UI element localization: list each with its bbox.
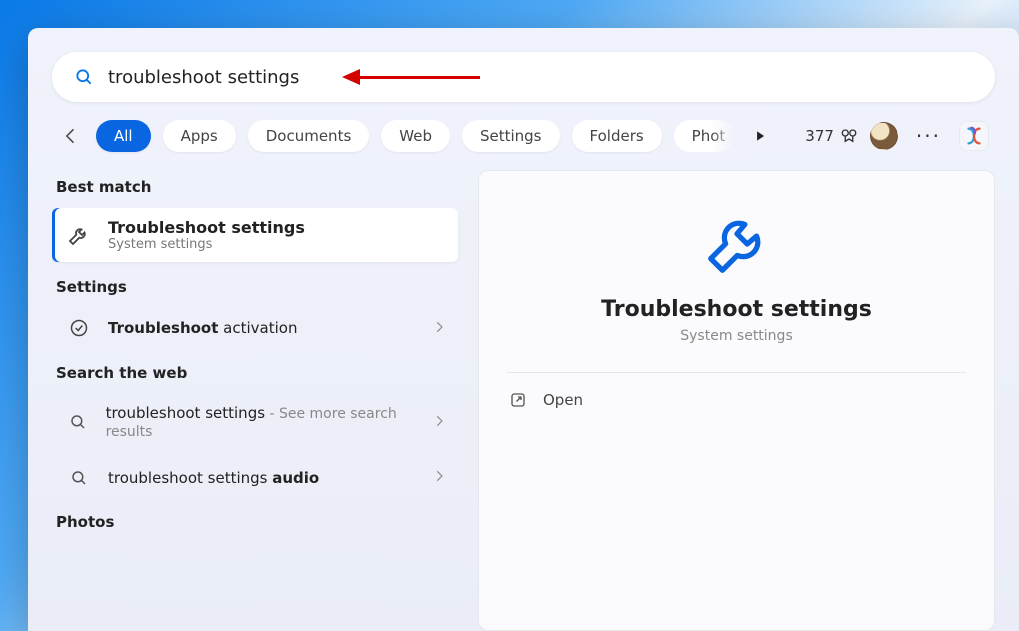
open-label: Open bbox=[543, 391, 583, 409]
filter-tab-row: All Apps Documents Web Settings Folders … bbox=[52, 120, 995, 152]
tab-web[interactable]: Web bbox=[381, 120, 450, 152]
search-icon bbox=[74, 67, 94, 87]
search-input[interactable] bbox=[108, 67, 973, 88]
result-web-2[interactable]: troubleshoot settings audio bbox=[52, 458, 458, 497]
back-button[interactable] bbox=[58, 123, 84, 149]
search-bar[interactable] bbox=[52, 52, 995, 102]
copilot-icon bbox=[963, 125, 985, 147]
results-area: Best match Troubleshoot settings System … bbox=[52, 170, 995, 631]
tab-apps[interactable]: Apps bbox=[163, 120, 236, 152]
search-icon bbox=[66, 469, 92, 487]
search-icon bbox=[66, 413, 90, 431]
rewards-icon bbox=[840, 127, 858, 145]
result-best-match[interactable]: Troubleshoot settings System settings bbox=[52, 208, 458, 262]
rewards-points[interactable]: 377 bbox=[805, 127, 858, 145]
preview-panel: Troubleshoot settings System settings Op… bbox=[478, 170, 995, 631]
wrench-icon bbox=[66, 223, 92, 247]
tab-documents[interactable]: Documents bbox=[248, 120, 370, 152]
chevron-right-icon bbox=[432, 468, 446, 487]
chevron-right-icon bbox=[432, 319, 446, 338]
open-icon bbox=[509, 391, 527, 409]
tab-settings[interactable]: Settings bbox=[462, 120, 560, 152]
result-label: troubleshoot settings audio bbox=[108, 469, 319, 487]
preview-subtitle: System settings bbox=[680, 328, 793, 344]
wrench-icon bbox=[702, 209, 772, 279]
tab-folders[interactable]: Folders bbox=[572, 120, 662, 152]
search-window: All Apps Documents Web Settings Folders … bbox=[28, 28, 1019, 631]
tabs-scroll-right[interactable] bbox=[747, 123, 773, 149]
more-options[interactable]: ··· bbox=[910, 124, 947, 148]
result-troubleshoot-activation[interactable]: Troubleshoot activation bbox=[52, 308, 458, 348]
points-value: 377 bbox=[805, 127, 834, 145]
best-match-header: Best match bbox=[52, 170, 458, 200]
chevron-right-icon bbox=[432, 413, 446, 432]
result-label: troubleshoot settings - See more search … bbox=[106, 404, 416, 440]
check-circle-icon bbox=[66, 318, 92, 338]
result-web-1[interactable]: troubleshoot settings - See more search … bbox=[52, 394, 458, 450]
copilot-button[interactable] bbox=[959, 121, 989, 151]
tab-all[interactable]: All bbox=[96, 120, 151, 152]
settings-header: Settings bbox=[52, 270, 458, 300]
user-avatar[interactable] bbox=[870, 122, 898, 150]
result-label: Troubleshoot activation bbox=[108, 319, 297, 337]
tab-photos[interactable]: Phot bbox=[674, 120, 736, 152]
result-subtitle: System settings bbox=[108, 237, 305, 252]
photos-header: Photos bbox=[52, 505, 458, 535]
results-list: Best match Troubleshoot settings System … bbox=[52, 170, 462, 631]
result-title: Troubleshoot settings bbox=[108, 218, 305, 237]
open-action[interactable]: Open bbox=[507, 373, 966, 427]
search-web-header: Search the web bbox=[52, 356, 458, 386]
preview-title: Troubleshoot settings bbox=[601, 297, 872, 322]
